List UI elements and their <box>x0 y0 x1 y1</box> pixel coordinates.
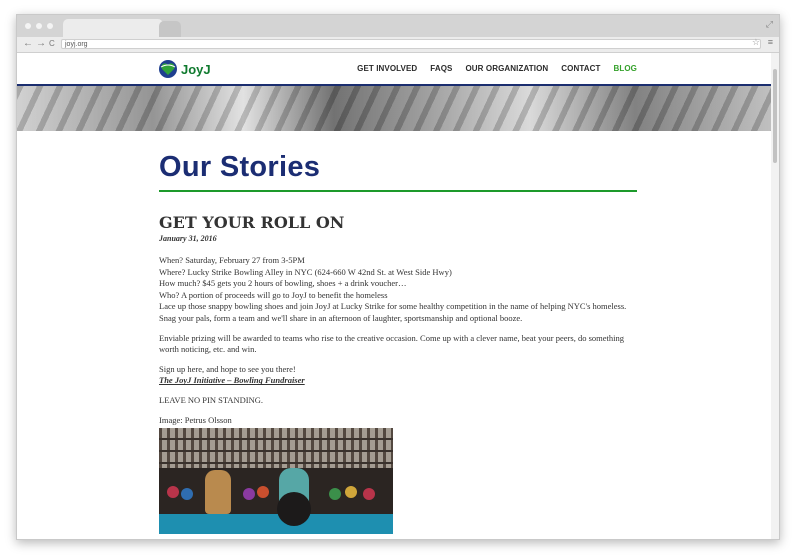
detail-who: Who? A portion of proceeds will go to Jo… <box>159 289 388 300</box>
event-details: When? Saturday, February 27 from 3-5PM W… <box>159 255 637 325</box>
browser-window: ⤢ ← → C joyj.org ☆ ≡ JoyJ GET INVOLVED F… <box>16 14 780 540</box>
hero-image-texture <box>17 86 771 131</box>
bowling-ball <box>181 488 193 501</box>
site-logo[interactable]: JoyJ <box>158 59 211 79</box>
nav-contact[interactable]: CONTACT <box>561 64 600 73</box>
browser-menu-icon[interactable]: ≡ <box>768 37 773 47</box>
nav-blog[interactable]: BLOG <box>613 64 637 73</box>
prizing-paragraph: Enviable prizing will be awarded to team… <box>159 332 624 355</box>
heart-globe-icon <box>159 60 177 78</box>
post-date: January 31, 2016 <box>159 234 217 243</box>
person-figure <box>205 470 231 515</box>
title-divider <box>159 190 637 192</box>
bowling-ball <box>329 488 341 501</box>
close-window-button[interactable] <box>25 23 31 29</box>
bowling-seat <box>159 514 393 535</box>
fundraiser-link[interactable]: The JoyJ Initiative – Bowling Fundraiser <box>159 375 637 387</box>
bowling-ball <box>345 486 357 499</box>
detail-how-much: How much? $45 gets you 2 hours of bowlin… <box>159 278 407 289</box>
hero-banner-image <box>17 86 771 131</box>
signup-paragraph: Sign up here, and hope to see you there!… <box>159 364 637 387</box>
window-controls <box>25 23 53 29</box>
reload-icon[interactable]: C <box>49 38 55 50</box>
main-content: Our Stories GET YOUR ROLL ON January 31,… <box>159 151 637 535</box>
shelf <box>159 462 393 465</box>
vertical-scrollbar[interactable] <box>771 53 779 539</box>
post-title: GET YOUR ROLL ON <box>159 213 345 232</box>
detail-where: Where? Lucky Strike Bowling Alley in NYC… <box>159 266 452 277</box>
back-icon[interactable]: ← <box>23 38 33 50</box>
new-tab-button[interactable] <box>159 21 181 37</box>
bowling-ball <box>277 492 311 527</box>
fullscreen-icon[interactable]: ⤢ <box>766 19 773 30</box>
browser-toolbar: ← → C joyj.org ☆ ≡ <box>17 37 779 53</box>
site-header: JoyJ GET INVOLVED FAQS OUR ORGANIZATION … <box>17 53 771 83</box>
image-credit: Image: Petrus Olsson <box>159 414 232 425</box>
bowling-ball <box>167 486 179 499</box>
bowling-ball <box>243 488 255 501</box>
post-body: When? Saturday, February 27 from 3-5PM W… <box>159 255 637 535</box>
page-viewport: JoyJ GET INVOLVED FAQS OUR ORGANIZATION … <box>17 53 779 539</box>
bowling-ball <box>363 488 375 501</box>
minimize-window-button[interactable] <box>36 23 42 29</box>
nav-our-organization[interactable]: OUR ORGANIZATION <box>465 64 548 73</box>
bookmark-star-icon[interactable]: ☆ <box>752 37 760 48</box>
nav-faqs[interactable]: FAQS <box>430 64 452 73</box>
address-bar[interactable]: joyj.org <box>61 39 761 49</box>
main-nav: GET INVOLVED FAQS OUR ORGANIZATION CONTA… <box>357 64 637 73</box>
logo-text: JoyJ <box>181 61 211 77</box>
bowling-photo <box>159 428 393 535</box>
detail-when: When? Saturday, February 27 from 3-5PM <box>159 255 305 265</box>
maximize-window-button[interactable] <box>47 23 53 29</box>
closing-text: LEAVE NO PIN STANDING. <box>159 394 263 405</box>
title-bar: ⤢ <box>17 15 779 37</box>
shelf <box>159 450 393 453</box>
scrollbar-thumb[interactable] <box>773 69 777 163</box>
browser-tab[interactable] <box>63 19 163 37</box>
bowling-ball <box>257 486 269 499</box>
forward-icon[interactable]: → <box>36 38 46 50</box>
signup-text: Sign up here, and hope to see you there! <box>159 363 296 374</box>
detail-description: Lace up those snappy bowling shoes and j… <box>159 301 627 323</box>
nav-get-involved[interactable]: GET INVOLVED <box>357 64 417 73</box>
page-title: Our Stories <box>159 151 321 183</box>
shelf <box>159 438 393 441</box>
